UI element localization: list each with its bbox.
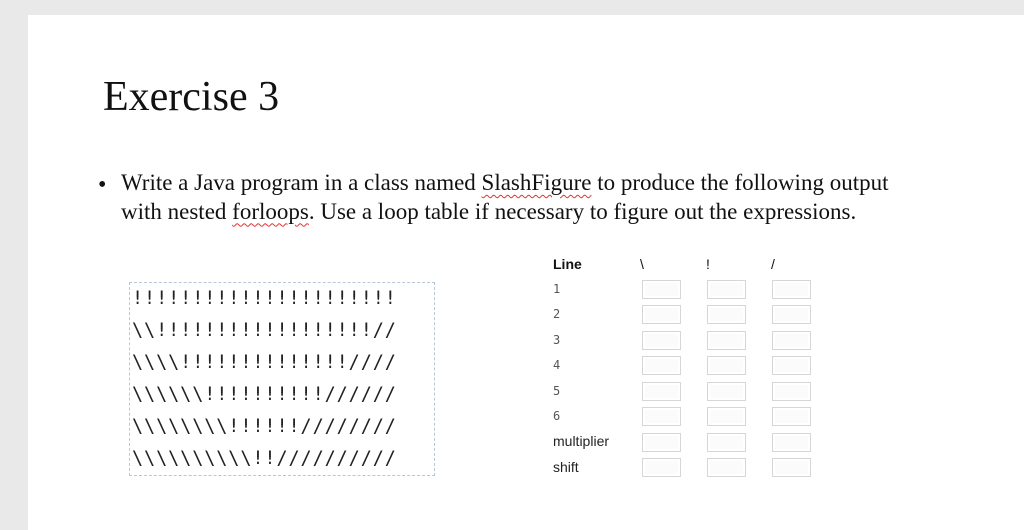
slide: Exercise 3 • Write a Java program in a c… bbox=[28, 15, 1024, 530]
header-exclamation: ! bbox=[706, 256, 710, 272]
bullet-point-icon: • bbox=[98, 172, 107, 198]
slide-title: Exercise 3 bbox=[103, 74, 280, 120]
table-cell[interactable] bbox=[772, 433, 811, 452]
exercise-instructions: Write a Java program in a class named Sl… bbox=[121, 169, 901, 226]
table-cell[interactable] bbox=[642, 305, 681, 324]
row-label-shift: shift bbox=[553, 459, 579, 475]
header-slash: / bbox=[771, 256, 775, 272]
table-cell[interactable] bbox=[642, 382, 681, 401]
instructions-text-before: Write a Java program in a class named bbox=[121, 170, 482, 195]
figure-line: \\\\\\!!!!!!!!!!////// bbox=[132, 384, 397, 405]
figure-line: \\!!!!!!!!!!!!!!!!!!// bbox=[132, 320, 397, 341]
table-cell[interactable] bbox=[642, 433, 681, 452]
table-cell[interactable] bbox=[772, 305, 811, 324]
row-label: 6 bbox=[553, 409, 561, 423]
forloops-text: forloops bbox=[232, 198, 309, 224]
table-cell[interactable] bbox=[707, 356, 746, 375]
figure-line: !!!!!!!!!!!!!!!!!!!!!! bbox=[132, 288, 397, 309]
table-cell[interactable] bbox=[707, 433, 746, 452]
table-cell[interactable] bbox=[642, 280, 681, 299]
table-cell[interactable] bbox=[642, 331, 681, 350]
row-label: 1 bbox=[553, 282, 561, 296]
table-cell[interactable] bbox=[772, 458, 811, 477]
slash-figure-output: !!!!!!!!!!!!!!!!!!!!!! \\!!!!!!!!!!!!!!!… bbox=[129, 282, 435, 476]
row-label: 4 bbox=[553, 358, 561, 372]
table-cell[interactable] bbox=[707, 458, 746, 477]
instructions-text-after: . Use a loop table if necessary to figur… bbox=[308, 198, 857, 224]
header-line: Line bbox=[553, 256, 582, 272]
table-cell[interactable] bbox=[772, 407, 811, 426]
table-cell[interactable] bbox=[772, 356, 811, 375]
table-cell[interactable] bbox=[707, 305, 746, 324]
table-cell[interactable] bbox=[707, 280, 746, 299]
table-cell[interactable] bbox=[642, 407, 681, 426]
header-backslash: \ bbox=[640, 256, 644, 272]
row-label-multiplier: multiplier bbox=[553, 433, 610, 449]
table-cell[interactable] bbox=[707, 331, 746, 350]
row-label: 3 bbox=[553, 333, 561, 347]
table-cell[interactable] bbox=[772, 331, 811, 350]
figure-line: \\\\\\\\!!!!!!//////// bbox=[132, 416, 397, 437]
table-cell[interactable] bbox=[707, 382, 746, 401]
class-name-text: SlashFigure bbox=[481, 170, 592, 195]
figure-line: \\\\\\\\\\!!////////// bbox=[132, 448, 397, 469]
table-cell[interactable] bbox=[642, 356, 681, 375]
table-cell[interactable] bbox=[772, 280, 811, 299]
table-cell[interactable] bbox=[642, 458, 681, 477]
table-cell[interactable] bbox=[772, 382, 811, 401]
row-label: 2 bbox=[553, 307, 561, 321]
figure-line: \\\\!!!!!!!!!!!!!!//// bbox=[132, 352, 397, 373]
row-label: 5 bbox=[553, 384, 561, 398]
table-cell[interactable] bbox=[707, 407, 746, 426]
